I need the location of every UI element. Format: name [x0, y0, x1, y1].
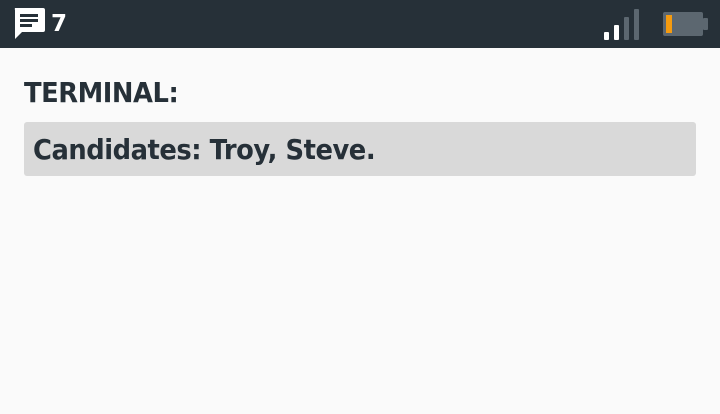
candidates-text: Candidates: Troy, Steve.	[33, 132, 376, 166]
status-bar: 7	[0, 0, 720, 48]
signal-strength-icon	[604, 9, 639, 40]
message-icon	[14, 8, 45, 39]
battery-icon	[663, 12, 708, 36]
message-count: 7	[51, 11, 68, 37]
terminal-label: TERMINAL:	[24, 76, 179, 109]
terminal-screen: TERMINAL: Candidates: Troy, Steve.	[24, 48, 696, 176]
candidates-panel: Candidates: Troy, Steve.	[24, 122, 696, 176]
